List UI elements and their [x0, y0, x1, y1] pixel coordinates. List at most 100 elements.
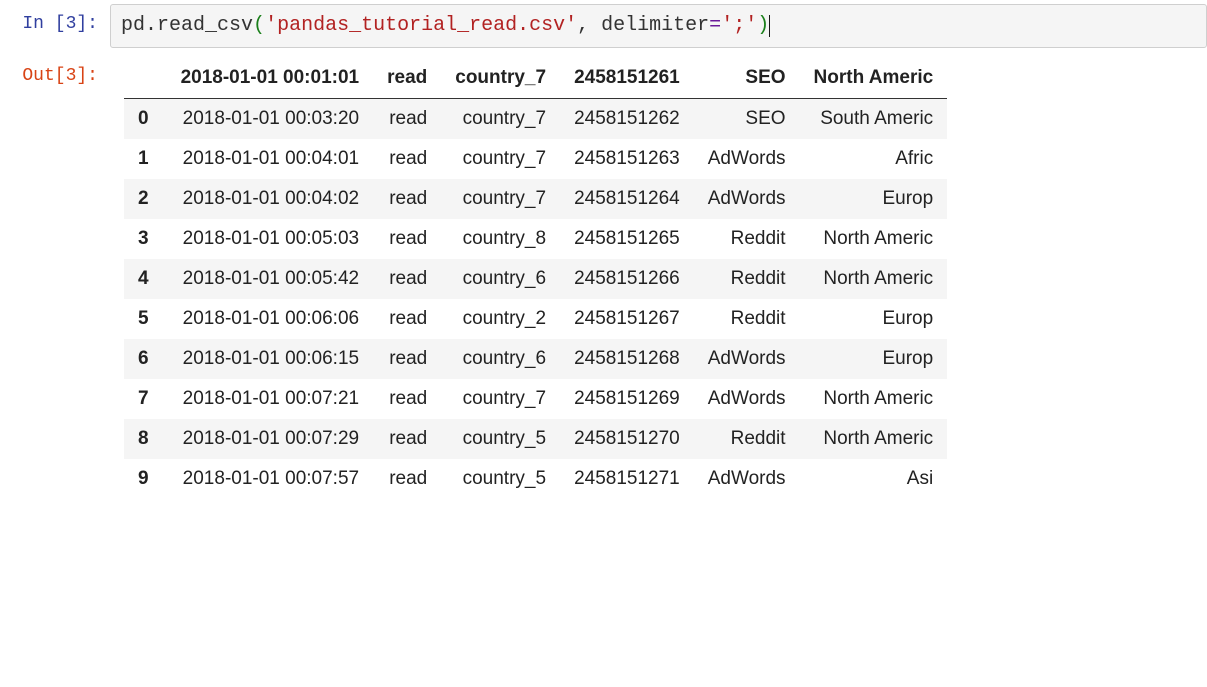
table-cell: Europ: [800, 299, 948, 339]
table-cell: 2018-01-01 00:04:01: [167, 139, 374, 179]
table-cell: country_5: [441, 419, 560, 459]
code-input[interactable]: pd.read_csv('pandas_tutorial_read.csv', …: [110, 4, 1207, 48]
table-index-header: [124, 58, 167, 99]
output-area: 2018-01-01 00:01:01readcountry_724581512…: [110, 56, 1207, 499]
table-col-header: read: [373, 58, 441, 99]
table-cell: 2018-01-01 00:04:02: [167, 179, 374, 219]
code-rparen: ): [757, 14, 769, 37]
table-cell: 2018-01-01 00:05:03: [167, 219, 374, 259]
table-cell: 2458151267: [560, 299, 694, 339]
table-cell: country_7: [441, 379, 560, 419]
table-cell: 2458151263: [560, 139, 694, 179]
table-cell: AdWords: [694, 339, 800, 379]
table-cell: 2458151266: [560, 259, 694, 299]
table-cell: 2458151262: [560, 99, 694, 140]
table-cell: North Americ: [800, 219, 948, 259]
table-cell: North Americ: [800, 419, 948, 459]
table-col-header: 2458151261: [560, 58, 694, 99]
table-cell: Afric: [800, 139, 948, 179]
table-cell: read: [373, 419, 441, 459]
table-col-header: country_7: [441, 58, 560, 99]
table-row-index: 2: [124, 179, 167, 219]
input-cell: In [3]: pd.read_csv('pandas_tutorial_rea…: [0, 0, 1207, 52]
table-cell: 2018-01-01 00:05:42: [167, 259, 374, 299]
table-cell: read: [373, 139, 441, 179]
table-cell: Reddit: [694, 219, 800, 259]
table-cell: AdWords: [694, 459, 800, 499]
table-cell: 2458151270: [560, 419, 694, 459]
code-func: read_csv: [157, 14, 253, 37]
table-row: 92018-01-01 00:07:57readcountry_52458151…: [124, 459, 947, 499]
table-cell: country_7: [441, 139, 560, 179]
table-cell: country_7: [441, 179, 560, 219]
table-row: 62018-01-01 00:06:15readcountry_62458151…: [124, 339, 947, 379]
code-obj: pd: [121, 14, 145, 37]
table-cell: country_5: [441, 459, 560, 499]
text-cursor: [769, 15, 770, 37]
code-dot: .: [145, 14, 157, 37]
table-row-index: 3: [124, 219, 167, 259]
table-cell: 2018-01-01 00:06:15: [167, 339, 374, 379]
table-row-index: 1: [124, 139, 167, 179]
table-cell: read: [373, 99, 441, 140]
table-col-header: SEO: [694, 58, 800, 99]
table-cell: 2018-01-01 00:07:57: [167, 459, 374, 499]
table-cell: read: [373, 179, 441, 219]
table-cell: 2018-01-01 00:07:29: [167, 419, 374, 459]
table-cell: read: [373, 339, 441, 379]
table-cell: North Americ: [800, 259, 948, 299]
table-cell: read: [373, 259, 441, 299]
table-cell: country_8: [441, 219, 560, 259]
table-cell: Reddit: [694, 259, 800, 299]
table-cell: 2018-01-01 00:06:06: [167, 299, 374, 339]
table-col-header: North Americ: [800, 58, 948, 99]
input-prompt: In [3]:: [0, 4, 110, 34]
table-row: 22018-01-01 00:04:02readcountry_72458151…: [124, 179, 947, 219]
code-comma: ,: [577, 14, 601, 37]
table-row: 42018-01-01 00:05:42readcountry_62458151…: [124, 259, 947, 299]
table-row-index: 9: [124, 459, 167, 499]
table-cell: AdWords: [694, 139, 800, 179]
table-row-index: 7: [124, 379, 167, 419]
code-eq: =: [709, 14, 721, 37]
table-row-index: 0: [124, 99, 167, 140]
table-cell: North Americ: [800, 379, 948, 419]
table-cell: Reddit: [694, 299, 800, 339]
table-row-index: 6: [124, 339, 167, 379]
table-cell: South Americ: [800, 99, 948, 140]
table-cell: Asi: [800, 459, 948, 499]
table-cell: Europ: [800, 339, 948, 379]
table-cell: 2458151269: [560, 379, 694, 419]
table-row: 72018-01-01 00:07:21readcountry_72458151…: [124, 379, 947, 419]
table-cell: 2458151265: [560, 219, 694, 259]
table-row-index: 8: [124, 419, 167, 459]
output-cell: Out[3]: 2018-01-01 00:01:01readcountry_7…: [0, 52, 1207, 503]
table-cell: SEO: [694, 99, 800, 140]
table-cell: country_6: [441, 259, 560, 299]
table-cell: AdWords: [694, 179, 800, 219]
code-lparen: (: [253, 14, 265, 37]
table-cell: read: [373, 379, 441, 419]
table-row-index: 5: [124, 299, 167, 339]
code-kwarg: delimiter: [601, 14, 709, 37]
table-cell: 2458151268: [560, 339, 694, 379]
table-row-index: 4: [124, 259, 167, 299]
table-row: 32018-01-01 00:05:03readcountry_82458151…: [124, 219, 947, 259]
table-row: 52018-01-01 00:06:06readcountry_22458151…: [124, 299, 947, 339]
table-cell: country_6: [441, 339, 560, 379]
table-cell: read: [373, 299, 441, 339]
table-cell: 2458151271: [560, 459, 694, 499]
table-cell: AdWords: [694, 379, 800, 419]
table-cell: read: [373, 459, 441, 499]
code-string-2: ';': [721, 14, 757, 37]
table-cell: 2018-01-01 00:03:20: [167, 99, 374, 140]
output-prompt: Out[3]:: [0, 56, 110, 86]
table-cell: country_7: [441, 99, 560, 140]
table-cell: read: [373, 219, 441, 259]
table-cell: country_2: [441, 299, 560, 339]
table-row: 02018-01-01 00:03:20readcountry_72458151…: [124, 99, 947, 140]
table-cell: Reddit: [694, 419, 800, 459]
table-row: 12018-01-01 00:04:01readcountry_72458151…: [124, 139, 947, 179]
table-cell: 2018-01-01 00:07:21: [167, 379, 374, 419]
table-col-header: 2018-01-01 00:01:01: [167, 58, 374, 99]
